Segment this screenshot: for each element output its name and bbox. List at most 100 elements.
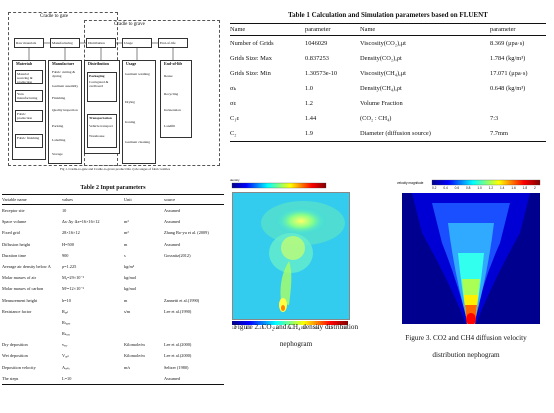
colorbar-tick-label: 0.8 bbox=[466, 186, 471, 190]
end-of-life-item-4: Landfill bbox=[164, 124, 176, 128]
figure-2-caption: Figure 2. CO₂ and CH₄ density distributi… bbox=[218, 319, 374, 353]
table-1-cell: 0.648 (kg/m³) bbox=[490, 85, 526, 92]
figure-2-caption-line1: Figure 2. CO₂ and CH₄ density distributi… bbox=[233, 323, 359, 331]
figure-3-caption-line1: Figure 3. CO2 and CH4 diffusion velocity bbox=[405, 334, 527, 342]
table-2-row: Molar masses of carbon Mᶜ=12×10⁻³ kg/mol bbox=[2, 283, 224, 294]
table-1-cell: Number of Grids bbox=[230, 40, 274, 47]
table-2-cell: L=10 bbox=[62, 375, 72, 381]
figure-2-contour bbox=[233, 193, 349, 319]
end-of-life-column-title: End-of-life bbox=[164, 62, 183, 66]
table-2-cell: h=10 bbox=[62, 297, 71, 303]
figure-2-plot bbox=[232, 192, 350, 320]
table-2-row: Average air density below A ρ=1.225 kg/m³ bbox=[2, 261, 224, 272]
table-1-row: σₖ 1.0 Density(CH₄),ρt 0.648 (kg/m³) bbox=[230, 81, 546, 96]
table-2-row: Molar masses of air Mₐ=29×10⁻³ kg/mol bbox=[2, 272, 224, 283]
table-2-cell: Rₗₐᵧₑᵣ bbox=[62, 319, 71, 325]
table-2-cell: Diffusion height bbox=[2, 241, 31, 247]
usage-item-3: Ironing bbox=[125, 120, 136, 124]
figure-3-colorbar-title: velocity magnitude bbox=[397, 181, 424, 185]
table-1-cell: 1.784 (kg/m³) bbox=[490, 55, 526, 62]
table-2-cell: Rₐₑₗ bbox=[62, 308, 69, 314]
table-2-cell: m/s bbox=[124, 364, 131, 370]
figure-3-caption-line2: distribution nephogram bbox=[432, 351, 500, 359]
distribution-item-3: Transportation bbox=[87, 114, 117, 148]
table-2-row: Diffusion height H=500 m Assumed bbox=[2, 239, 224, 250]
table-1-body: Number of Grids 1046029 Viscosity(CO₂),μt 8… bbox=[230, 36, 546, 141]
manufacture-item-4: Quality inspection bbox=[52, 108, 78, 112]
table-1-cell: 1.0 bbox=[305, 85, 313, 92]
table-2-cell: kg/mol bbox=[124, 286, 137, 292]
colorbar-tick-label: 1.4 bbox=[500, 186, 505, 190]
table-2-cell: Assumed bbox=[164, 375, 180, 381]
table-2-row: Receptor site 10 Assumed bbox=[2, 205, 224, 216]
table-1-header-name: Name bbox=[230, 26, 246, 33]
end-of-life-item-3: Incineration bbox=[164, 108, 181, 112]
table-2-cell: m³ bbox=[124, 219, 129, 225]
table-1-cell: Volume Fraction bbox=[360, 100, 403, 107]
table-2-cell: The steps bbox=[2, 375, 19, 381]
table-2-cell: Lee et al.(2000) bbox=[164, 342, 192, 348]
table-2-cell: Measurement height bbox=[2, 297, 38, 303]
table-2-cell: Space volume bbox=[2, 219, 27, 225]
table-2-cell: Mᶜ=12×10⁻³ bbox=[62, 286, 84, 292]
figure-3-caption: Figure 3. CO2 and CH4 diffusion velocity… bbox=[380, 330, 552, 364]
table-2-cell: ρ=1.225 bbox=[62, 263, 77, 269]
table-2-cell: Aᵥₑₗₒ bbox=[62, 364, 70, 370]
figure-3-ticks: 0.2 0.4 0.6 0.8 1.0 1.2 1.4 1.6 1.8 2 bbox=[432, 186, 540, 191]
table-1-cell: 1.9 bbox=[305, 130, 313, 137]
table-2-cell: Vᵤₑₜ bbox=[62, 353, 69, 359]
colorbar-tick-label: 1.2 bbox=[488, 186, 494, 190]
table-2-cell: Dry deposition bbox=[2, 342, 28, 348]
table-2-cell: Kilomole/m bbox=[124, 353, 145, 359]
materials-item-1: Material sourcing & production bbox=[15, 70, 43, 84]
usage-column-title: Usage bbox=[126, 62, 137, 66]
table-2-cell: Deposition velocity bbox=[2, 364, 36, 370]
table-1-cell: 17.071 (μpa·s) bbox=[490, 70, 528, 77]
materials-item-2: Yarn manufacturing bbox=[15, 90, 43, 102]
table-1-cell: Density(CO₂),ρt bbox=[360, 55, 402, 62]
table-1-row: Grids Size: Max 0.837253 Density(CO₂),ρt 1.… bbox=[230, 51, 546, 66]
table-2-cell: Zhang Bo-yu et al. (2009) bbox=[164, 230, 209, 236]
distribution-item-2: Corrugated & cardboard bbox=[89, 80, 109, 88]
table-2-row: Space volume Δx·Δy·Δz=16×16×12 m³ Assumed bbox=[2, 216, 224, 227]
colorbar-tick-label: 1.8 bbox=[522, 186, 528, 190]
end-of-life-item-2: Recycling bbox=[164, 92, 179, 96]
table-2-cell: Assumed bbox=[164, 219, 180, 225]
table-2-header-variable: Variable name bbox=[2, 197, 27, 202]
table-2-cell: s/m bbox=[124, 308, 131, 314]
lifecycle-flowchart: Cradle to gate Cradle to grave Raw mater… bbox=[0, 0, 226, 180]
table-2-header-row: Variable name values Unit source bbox=[2, 195, 224, 204]
table-2-cell: m bbox=[124, 297, 128, 303]
table-1-cell: 1046029 bbox=[305, 40, 328, 47]
figure-2-colorbar-title: density bbox=[230, 178, 240, 182]
usage-item-4: Garment cleaning bbox=[125, 140, 150, 144]
table-2-cell: Average air density below A bbox=[2, 263, 51, 269]
end-of-life-item-1: Reuse bbox=[164, 74, 173, 78]
figure1-caption: Fig 1. Cradle-to-gate and Cradle-to-grav… bbox=[59, 167, 171, 171]
table-2-cell: kg/m³ bbox=[124, 263, 135, 269]
distribution-item-4: Vehicle transport bbox=[89, 124, 113, 128]
figure-3-plot bbox=[402, 193, 540, 324]
table-1-row: Grids Size: Min 1.30573e-10 Viscosity(CH₄)… bbox=[230, 66, 546, 81]
table-1-cell: Grids Size: Min bbox=[230, 70, 271, 77]
table-1: Table 1 Calculation and Simulation param… bbox=[230, 10, 546, 142]
table-2-cell: Zannetti et al.(1990) bbox=[164, 297, 200, 303]
table-1-row: C₁ε 1.44 (CO₂ : CH₄) 7:3 bbox=[230, 111, 546, 126]
manufacture-column-title: Manufacture bbox=[52, 62, 75, 66]
table-2-header-unit: Unit bbox=[124, 197, 132, 202]
table-1-cell: C₁ε bbox=[230, 115, 240, 122]
table-1-cell: 1.2 bbox=[305, 100, 313, 107]
table-2-cell: vₑᵣᵧ bbox=[62, 342, 68, 348]
table-1-cell: Diameter (diffusion source) bbox=[360, 130, 431, 137]
colorbar-tick-label: 2 bbox=[534, 186, 536, 190]
table-2-cell: Fixed grid bbox=[2, 230, 20, 236]
distribution-column-title: Distribution bbox=[88, 62, 109, 66]
table-1-cell: Viscosity(CH₄),μt bbox=[360, 70, 406, 77]
table-1-cell: 8.369 (μpa·s) bbox=[490, 40, 525, 47]
table-2-cell: m bbox=[124, 241, 128, 247]
distribution-item-5: Warehouse bbox=[89, 134, 105, 138]
table-2-row: Duration time 900 s Gossnitz(2012) bbox=[2, 250, 224, 261]
figure-2-caption-line2: nephogram bbox=[279, 340, 313, 348]
table-1-cell: C₂ bbox=[230, 130, 237, 137]
table-2-cell: Gossnitz(2012) bbox=[164, 252, 191, 258]
